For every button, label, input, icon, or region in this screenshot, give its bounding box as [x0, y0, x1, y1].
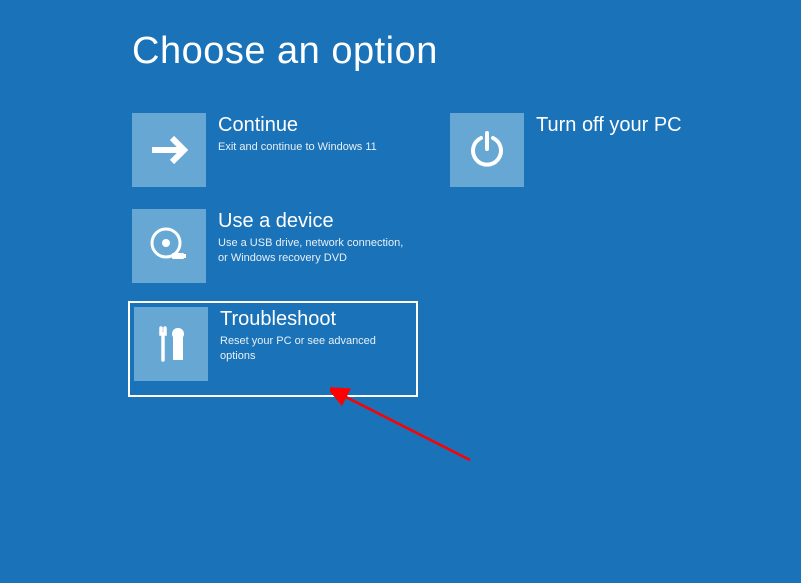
option-troubleshoot-text: Troubleshoot Reset your PC or see advanc… — [208, 307, 412, 364]
option-troubleshoot-subtitle: Reset your PC or see advanced options — [220, 334, 412, 364]
option-turn-off-title: Turn off your PC — [536, 113, 682, 137]
option-continue-text: Continue Exit and continue to Windows 11 — [206, 113, 377, 155]
option-continue-title: Continue — [218, 113, 377, 137]
option-use-device-text: Use a device Use a USB drive, network co… — [206, 209, 414, 266]
power-icon — [450, 113, 524, 187]
disc-usb-icon — [132, 209, 206, 283]
option-use-device-title: Use a device — [218, 209, 414, 233]
option-use-device[interactable]: Use a device Use a USB drive, network co… — [128, 205, 418, 287]
page-title: Choose an option — [0, 0, 801, 73]
option-turn-off[interactable]: Turn off your PC — [446, 109, 736, 191]
arrow-right-icon — [132, 113, 206, 187]
option-turn-off-text: Turn off your PC — [524, 113, 682, 140]
option-row-1: Continue Exit and continue to Windows 11… — [128, 109, 801, 191]
option-troubleshoot[interactable]: Troubleshoot Reset your PC or see advanc… — [128, 301, 418, 397]
option-row-3: Troubleshoot Reset your PC or see advanc… — [128, 301, 801, 397]
option-continue[interactable]: Continue Exit and continue to Windows 11 — [128, 109, 418, 191]
option-use-device-subtitle: Use a USB drive, network connection, or … — [218, 236, 414, 266]
option-continue-subtitle: Exit and continue to Windows 11 — [218, 140, 377, 155]
options-list: Continue Exit and continue to Windows 11… — [0, 73, 801, 397]
option-row-2: Use a device Use a USB drive, network co… — [128, 205, 801, 287]
annotation-arrow — [330, 385, 490, 485]
option-troubleshoot-title: Troubleshoot — [220, 307, 412, 331]
tools-icon — [134, 307, 208, 381]
